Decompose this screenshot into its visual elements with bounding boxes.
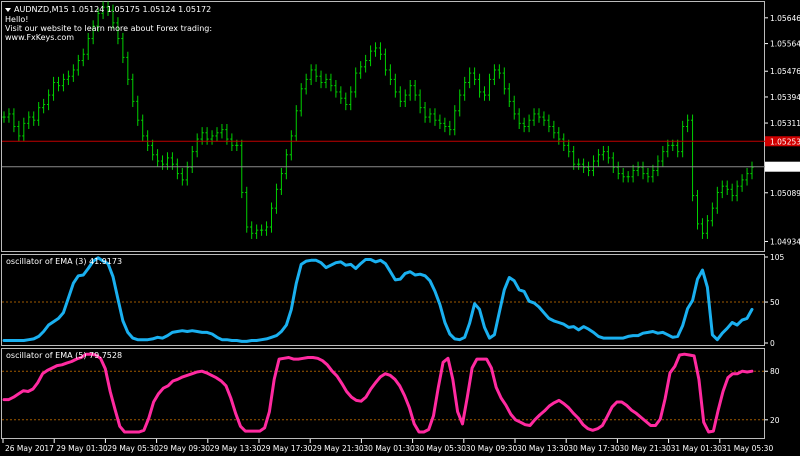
comment-line-1: Hello!	[5, 15, 28, 24]
price-tick-label: 1.05476	[770, 67, 800, 76]
time-tick-label: 31 May 01:30	[671, 444, 723, 453]
comment-line-2: Visit our website to learn more about Fo…	[5, 24, 212, 33]
time-tick-label: 29 May 05:30	[107, 444, 159, 453]
time-tick-label: 31 May 05:30	[722, 444, 774, 453]
time-tick-label: 30 May 13:30	[517, 444, 569, 453]
oscillator-2-tick-label: 20	[770, 416, 780, 425]
time-tick-label: 29 May 17:30	[261, 444, 313, 453]
oscillator-1-tick-label: 0	[770, 339, 775, 348]
price-tick-label: 1.05311	[770, 119, 800, 128]
oscillator-1-title: oscillator of EMA (3) 41.9173	[6, 257, 122, 266]
oscillator-2-tick-label: 80	[770, 367, 780, 376]
time-tick-label: 30 May 01:30	[363, 444, 415, 453]
oscillator-2-title: oscillator of EMA (5) 79.7528	[6, 351, 122, 360]
symbol-info-line: AUDNZD,M15 1.05124 1.05175 1.05124 1.051…	[14, 5, 211, 14]
price-tick-label: 1.05564	[770, 40, 800, 49]
time-tick-label: 30 May 05:30	[415, 444, 467, 453]
chart-canvas: 105 50 0 80 20 1.05646 1.05564 1.05476 1.05394…	[0, 0, 800, 456]
price-tick-label: 1.05394	[770, 93, 800, 102]
time-tick-label: 30 May 09:30	[466, 444, 518, 453]
comment-line-3: www.FxKeys.com	[5, 33, 74, 42]
time-tick-label: 26 May 2017	[5, 444, 54, 453]
oscillator-1-tick-label: 50	[770, 298, 780, 307]
price-tick-label: 1.05253	[770, 137, 800, 146]
price-tick-label: 1.05646	[770, 14, 800, 23]
time-tick-label: 29 May 13:30	[210, 444, 262, 453]
time-tick-label: 29 May 01:30	[56, 444, 108, 453]
price-tick-label: 1.05172	[770, 163, 800, 172]
time-tick-label: 30 May 17:30	[568, 444, 620, 453]
time-tick-label: 29 May 09:30	[159, 444, 211, 453]
time-tick-label: 29 May 21:30	[312, 444, 364, 453]
oscillator-1-tick-label: 105	[770, 253, 785, 262]
price-tick-label: 1.04934	[770, 237, 800, 246]
time-tick-label: 30 May 21:30	[619, 444, 671, 453]
price-tick-label: 1.05089	[770, 189, 800, 198]
